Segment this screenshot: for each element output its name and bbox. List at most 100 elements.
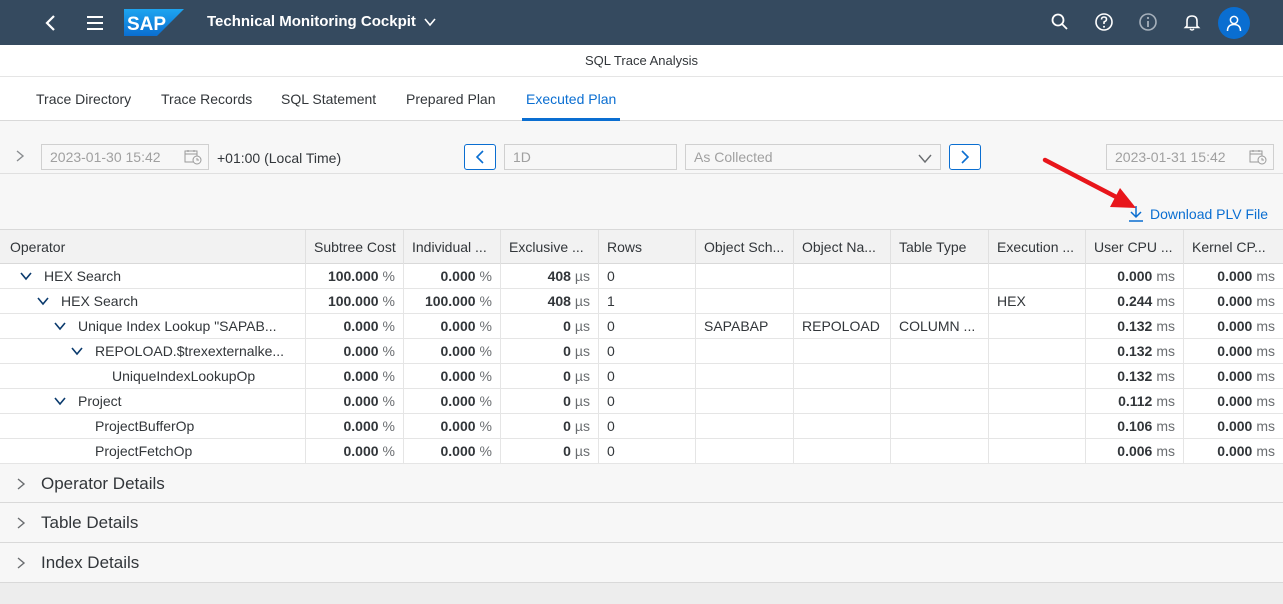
cell-value: 0.000 <box>343 318 379 334</box>
collapse-chevron-icon[interactable] <box>37 296 49 306</box>
column-header-individual[interactable]: Individual ... <box>404 230 501 264</box>
cell-rows: 0 <box>599 339 696 363</box>
column-header-object-schema[interactable]: Object Sch... <box>696 230 794 264</box>
cell-value: 0.006 <box>1117 443 1153 459</box>
operator-name: ProjectFetchOp <box>95 443 193 459</box>
collapse-chevron-icon[interactable] <box>54 321 66 331</box>
cell-value: 100.000 <box>424 293 476 309</box>
panel-title: Table Details <box>41 513 139 532</box>
expand-filter-chevron-icon[interactable] <box>15 150 25 162</box>
collapse-chevron-icon[interactable] <box>20 271 32 281</box>
cell-type <box>891 364 989 388</box>
column-header-rows[interactable]: Rows <box>599 230 696 264</box>
cell-subtree: 100.000% <box>306 264 404 288</box>
collapse-chevron-icon[interactable] <box>71 346 83 356</box>
back-icon[interactable] <box>40 12 62 34</box>
cell-individual: 0.000% <box>404 414 501 438</box>
cell-kernel-cpu: 0.000 ms <box>1184 289 1283 313</box>
table-row[interactable]: ProjectBufferOp 0.000% 0.000% 0 µs 0 0.106 ms 0.… <box>0 414 1283 439</box>
cell-type <box>891 339 989 363</box>
cell-type <box>891 439 989 463</box>
cell-exclusive: 0 µs <box>501 389 599 413</box>
cell-value: 0.000 <box>343 393 379 409</box>
calendar-clock-icon[interactable] <box>1249 149 1267 165</box>
cell-exclusive: 408 µs <box>501 289 599 313</box>
tab-sql-statement[interactable]: SQL Statement <box>277 77 380 121</box>
table-row[interactable]: UniqueIndexLookupOp 0.000% 0.000% 0 µs 0 0.132… <box>0 364 1283 389</box>
cell-rows: 0 <box>599 364 696 388</box>
column-header-subtree-cost[interactable]: Subtree Cost <box>306 230 404 264</box>
cell-object <box>794 439 891 463</box>
next-interval-button[interactable] <box>949 144 981 170</box>
table-row[interactable]: Unique Index Lookup "SAPAB... 0.000% 0.000… <box>0 314 1283 339</box>
column-header-object-name[interactable]: Object Na... <box>794 230 891 264</box>
calendar-clock-icon[interactable] <box>184 149 202 165</box>
column-header-operator[interactable]: Operator <box>0 230 306 264</box>
cell-kernel-cpu: 0.000 ms <box>1184 264 1283 288</box>
table-row[interactable]: HEX Search 100.000% 100.000% 408 µs 1 HEX 0.244… <box>0 289 1283 314</box>
from-date-value: 2023-01-30 15:42 <box>50 149 161 165</box>
search-icon[interactable] <box>1050 12 1070 32</box>
cell-kernel-cpu: 0.000 ms <box>1184 314 1283 338</box>
table-row[interactable]: HEX Search 100.000% 0.000% 408 µs 0 0.000 ms 0.0… <box>0 264 1283 289</box>
cell-value: 0 <box>563 343 571 359</box>
interval-input[interactable]: 1D <box>504 144 677 170</box>
shell-bar: SAP Technical Monitoring Cockpit <box>0 0 1283 45</box>
collapse-chevron-icon[interactable] <box>54 396 66 406</box>
notifications-bell-icon[interactable] <box>1182 12 1202 32</box>
column-header-exclusive[interactable]: Exclusive ... <box>501 230 599 264</box>
cell-object: REPOLOAD <box>794 314 891 338</box>
cell-operator: UniqueIndexLookupOp <box>0 364 306 388</box>
download-plv-button[interactable]: Download PLV File <box>1128 205 1268 223</box>
cell-value: 0.000 <box>440 343 476 359</box>
download-plv-label: Download PLV File <box>1150 206 1269 222</box>
tab-prepared-plan[interactable]: Prepared Plan <box>402 77 500 121</box>
tab-trace-records[interactable]: Trace Records <box>157 77 256 121</box>
resolution-select[interactable]: As Collected <box>685 144 941 170</box>
cell-unit: % <box>382 393 395 409</box>
column-header-kernel-cpu[interactable]: Kernel CP... <box>1184 230 1283 264</box>
column-header-user-cpu[interactable]: User CPU ... <box>1086 230 1184 264</box>
table-row[interactable]: Project 0.000% 0.000% 0 µs 0 0.112 ms 0.000 ms <box>0 389 1283 414</box>
cell-unit: ms <box>1256 293 1275 309</box>
cell-unit: ms <box>1156 293 1175 309</box>
cell-rows: 0 <box>599 389 696 413</box>
cell-unit: ms <box>1156 318 1175 334</box>
app-title[interactable]: Technical Monitoring Cockpit <box>207 13 436 30</box>
cell-schema <box>696 264 794 288</box>
operator-name: UniqueIndexLookupOp <box>112 368 256 384</box>
cell-type <box>891 264 989 288</box>
tab-trace-directory[interactable]: Trace Directory <box>32 77 135 121</box>
chevron-right-icon <box>17 478 26 490</box>
from-date-input[interactable]: 2023-01-30 15:42 <box>41 144 209 170</box>
operator-name: Project <box>78 393 122 409</box>
chevron-right-icon <box>961 150 970 164</box>
cell-value: 100.000 <box>327 293 379 309</box>
user-avatar[interactable] <box>1218 7 1250 39</box>
column-header-table-type[interactable]: Table Type <box>891 230 989 264</box>
previous-interval-button[interactable] <box>464 144 496 170</box>
cell-unit: % <box>479 368 492 384</box>
menu-icon[interactable] <box>84 12 106 34</box>
info-icon[interactable] <box>1138 12 1158 32</box>
cell-operator: ProjectBufferOp <box>0 414 306 438</box>
cell-unit: % <box>479 443 492 459</box>
cell-value: 0.000 <box>1217 393 1253 409</box>
cell-value: 0 <box>563 368 571 384</box>
column-header-execution[interactable]: Execution ... <box>989 230 1086 264</box>
tab-executed-plan[interactable]: Executed Plan <box>522 77 621 121</box>
cell-object <box>794 289 891 313</box>
cell-value: 0.000 <box>440 443 476 459</box>
chevron-left-icon <box>475 150 484 164</box>
cell-user-cpu: 0.112 ms <box>1086 389 1184 413</box>
help-icon[interactable] <box>1094 12 1114 32</box>
panel-table-details[interactable]: Table Details <box>0 503 1283 543</box>
cell-exclusive: 0 µs <box>501 339 599 363</box>
panel-index-details[interactable]: Index Details <box>0 543 1283 583</box>
cell-value: 0 <box>563 393 571 409</box>
cell-operator: ProjectFetchOp <box>0 439 306 463</box>
operator-name: HEX Search <box>44 268 122 284</box>
table-row[interactable]: REPOLOAD.$trexexternalke... 0.000% 0.000% 0… <box>0 339 1283 364</box>
panel-operator-details[interactable]: Operator Details <box>0 464 1283 503</box>
cell-unit: ms <box>1156 368 1175 384</box>
